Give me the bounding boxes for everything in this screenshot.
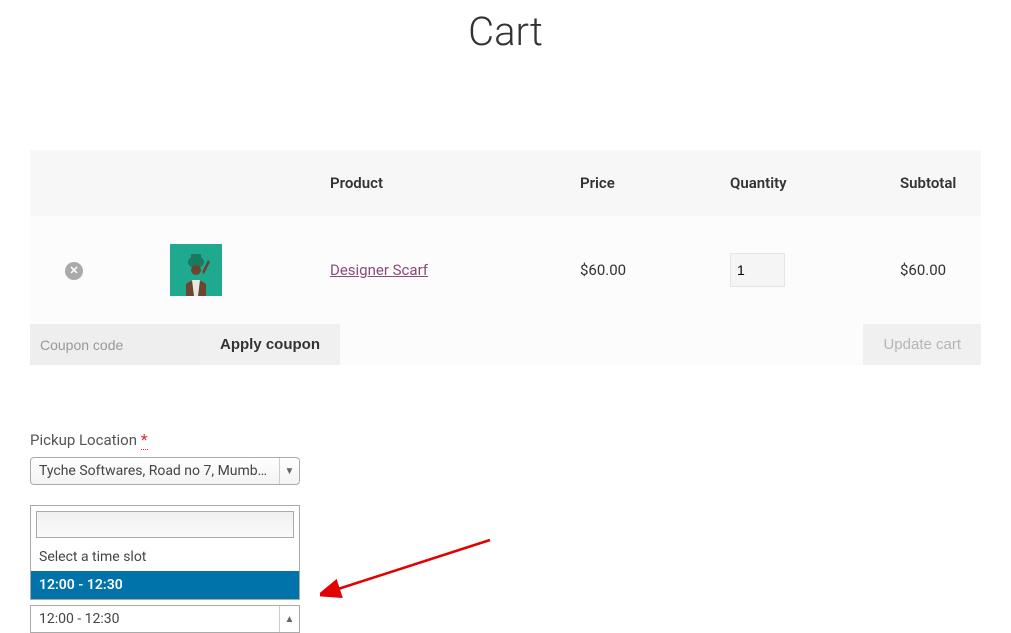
col-remove-header (30, 150, 120, 216)
timeslot-option-highlighted[interactable]: 12:00 - 12:30 (31, 571, 299, 599)
col-thumb-header (120, 150, 320, 216)
timeslot-option-placeholder[interactable]: Select a time slot (31, 543, 299, 571)
chevron-up-icon: ▲ (279, 606, 299, 632)
item-price: $60.00 (570, 216, 720, 324)
timeslot-selected-text: 12:00 - 12:30 (31, 606, 279, 632)
apply-coupon-button[interactable]: Apply coupon (200, 324, 340, 365)
col-subtotal-header: Subtotal (890, 150, 981, 216)
cart-table: Product Price Quantity Subtotal ✕ (30, 150, 981, 365)
update-cart-button[interactable]: Update cart (863, 324, 981, 365)
cart-actions-row: Apply coupon Update cart (30, 324, 981, 365)
remove-item-icon[interactable]: ✕ (65, 262, 83, 280)
pickup-location-label: Pickup Location * (30, 430, 981, 449)
col-product-header: Product (320, 150, 570, 216)
timeslot-select[interactable]: 12:00 - 12:30 ▲ (30, 605, 300, 633)
pickup-location-select[interactable]: Tyche Softwares, Road no 7, Mumbai, … ▼ (30, 457, 300, 485)
product-link[interactable]: Designer Scarf (330, 261, 428, 279)
coupon-input[interactable] (30, 324, 200, 365)
table-header-row: Product Price Quantity Subtotal (30, 150, 981, 216)
pickup-section: Pickup Location * Tyche Softwares, Road … (30, 430, 981, 633)
annotation-arrow-icon (320, 535, 500, 605)
pickup-select-text: Tyche Softwares, Road no 7, Mumbai, … (31, 458, 279, 484)
item-subtotal: $60.00 (890, 216, 981, 324)
product-thumbnail[interactable] (170, 244, 222, 296)
page-title: Cart (30, 8, 981, 55)
col-price-header: Price (570, 150, 720, 216)
pickup-label-text: Pickup Location (30, 431, 141, 449)
required-asterisk: * (141, 430, 148, 450)
chevron-down-icon: ▼ (279, 458, 299, 484)
timeslot-search-input[interactable] (36, 511, 294, 538)
actions-spacer (340, 324, 863, 365)
timeslot-search-wrap (31, 506, 299, 543)
quantity-input[interactable] (730, 253, 785, 287)
table-row: ✕ (30, 216, 981, 324)
col-quantity-header: Quantity (720, 150, 890, 216)
timeslot-dropdown: Select a time slot 12:00 - 12:30 (30, 505, 300, 600)
